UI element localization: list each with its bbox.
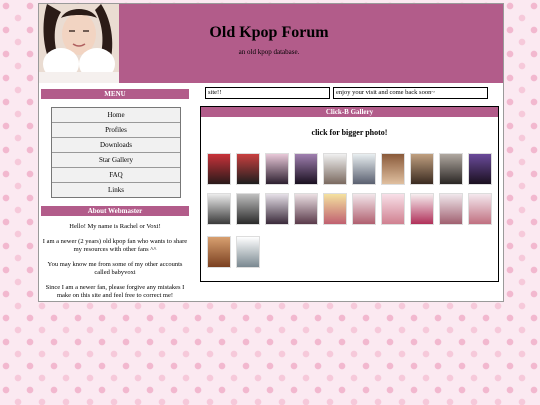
nav-menu: Home Profiles Downloads Star Gallery FAQ… bbox=[51, 107, 181, 198]
site-subtitle: an old kpop database. bbox=[238, 48, 300, 56]
gallery-subtitle: click for bigger photo! bbox=[311, 128, 388, 137]
marquee-box-left: site!! bbox=[205, 87, 330, 99]
gallery-thumbnail[interactable] bbox=[236, 153, 260, 185]
about-text: Since I am a newer fan, please forgive a… bbox=[45, 284, 185, 299]
menu-item-faq[interactable]: FAQ bbox=[52, 168, 180, 183]
gallery-thumbnail[interactable] bbox=[207, 193, 231, 225]
gallery-thumbnail[interactable] bbox=[410, 153, 434, 185]
menu-item-links[interactable]: Links bbox=[52, 183, 180, 197]
sidebar: MENU Home Profiles Downloads Star Galler… bbox=[41, 89, 189, 300]
about-heading: About Webmaster bbox=[41, 206, 189, 216]
gallery-thumbnail[interactable] bbox=[323, 153, 347, 185]
gallery-panel: Click-B Gallery click for bigger photo! bbox=[200, 106, 499, 282]
site-title: Old Kpop Forum bbox=[209, 24, 329, 41]
gallery-thumbnail[interactable] bbox=[468, 153, 492, 185]
gallery-thumbnail[interactable] bbox=[207, 236, 231, 268]
gallery-thumbnail[interactable] bbox=[352, 153, 376, 185]
gallery-thumbnail[interactable] bbox=[381, 193, 405, 225]
header-photo bbox=[39, 4, 119, 83]
menu-item-profiles[interactable]: Profiles bbox=[52, 123, 180, 138]
gallery-thumbnail[interactable] bbox=[294, 153, 318, 185]
main-page: Old Kpop Forum an old kpop database. MEN… bbox=[38, 3, 504, 302]
gallery-thumbnail[interactable] bbox=[323, 193, 347, 225]
menu-item-downloads[interactable]: Downloads bbox=[52, 138, 180, 153]
about-text: Hello! My name is Rachel or Voxi! bbox=[69, 223, 161, 230]
gallery-thumbnail[interactable] bbox=[352, 193, 376, 225]
marquee-box-right: enjoy your visit and come back soon~ bbox=[333, 87, 488, 99]
gallery-thumbnail[interactable] bbox=[236, 193, 260, 225]
gallery-thumbnail[interactable] bbox=[265, 193, 289, 225]
menu-heading: MENU bbox=[41, 89, 189, 99]
gallery-thumbnail[interactable] bbox=[236, 236, 260, 268]
about-text: I am a newer (2 years) old kpop fan who … bbox=[42, 238, 188, 253]
gallery-thumbnail[interactable] bbox=[294, 193, 318, 225]
about-text: You may know me from some of my other ac… bbox=[47, 261, 183, 276]
gallery-thumbnail[interactable] bbox=[265, 153, 289, 185]
site-header: Old Kpop Forum an old kpop database. bbox=[39, 4, 503, 83]
gallery-thumbnail[interactable] bbox=[439, 153, 463, 185]
gallery-thumbnail[interactable] bbox=[381, 153, 405, 185]
gallery-thumbnail[interactable] bbox=[439, 193, 463, 225]
gallery-title: Click-B Gallery bbox=[201, 107, 498, 117]
menu-item-home[interactable]: Home bbox=[52, 108, 180, 123]
gallery-thumbnail[interactable] bbox=[468, 193, 492, 225]
menu-item-star-gallery[interactable]: Star Gallery bbox=[52, 153, 180, 168]
gallery-thumbnail[interactable] bbox=[207, 153, 231, 185]
about-webmaster: Hello! My name is Rachel or Voxi! I am a… bbox=[41, 223, 189, 300]
gallery-thumbnail[interactable] bbox=[410, 193, 434, 225]
